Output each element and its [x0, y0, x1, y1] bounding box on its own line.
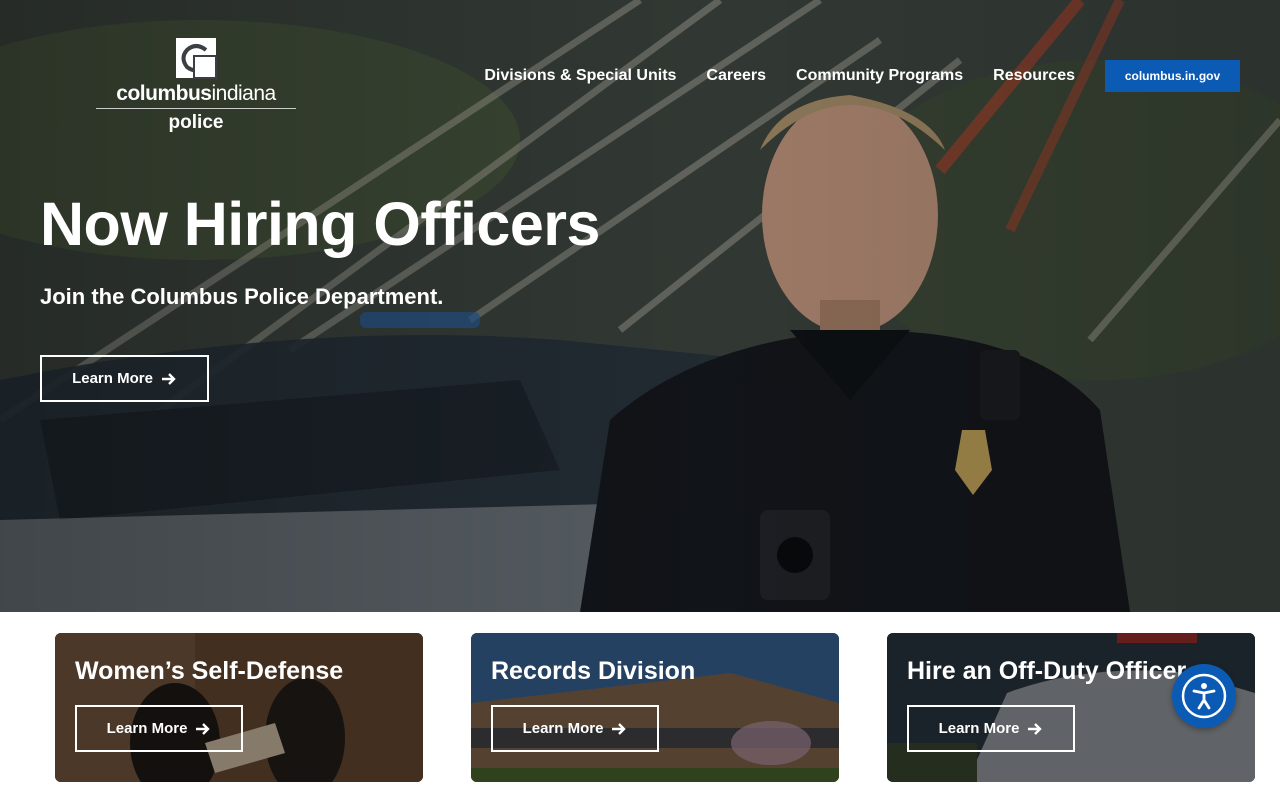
hero-subtitle: Join the Columbus Police Department.: [40, 284, 444, 309]
card-learn-more-button[interactable]: Learn More: [491, 705, 659, 752]
accessibility-button[interactable]: [1172, 664, 1236, 728]
main-nav: Divisions & Special Units Careers Commun…: [484, 60, 1240, 92]
page: columbusindiana police Divisions & Speci…: [0, 0, 1280, 800]
nav-resources[interactable]: Resources: [993, 60, 1075, 92]
nav-careers[interactable]: Careers: [706, 60, 766, 92]
hero-title: Now Hiring Officers: [40, 190, 600, 258]
logo-word-bold: columbus: [116, 82, 212, 105]
card-learn-more-label: Learn More: [106, 720, 188, 737]
hero-banner: columbusindiana police Divisions & Speci…: [0, 0, 1280, 612]
card-records-division[interactable]: Records Division Learn More: [471, 633, 839, 782]
nav-community-programs[interactable]: Community Programs: [796, 60, 963, 92]
nav-divisions[interactable]: Divisions & Special Units: [484, 60, 676, 92]
columbus-logo-mark-icon: [176, 38, 217, 79]
card-learn-more-label: Learn More: [522, 720, 604, 737]
card-self-defense[interactable]: Women’s Self-Defense Learn More: [55, 633, 423, 782]
logo-subtitle: police: [168, 112, 224, 133]
logo-wordmark: columbusindiana: [96, 82, 296, 106]
card-learn-more-button[interactable]: Learn More: [907, 705, 1075, 752]
arrow-right-icon: [161, 372, 176, 385]
city-site-button[interactable]: columbus.in.gov: [1105, 60, 1240, 92]
card-title: Women’s Self-Defense: [75, 657, 344, 685]
accessibility-icon: [1181, 673, 1227, 719]
arrow-right-icon: [612, 722, 627, 735]
card-learn-more-label: Learn More: [938, 720, 1020, 737]
arrow-right-icon: [1028, 722, 1043, 735]
arrow-right-icon: [196, 722, 211, 735]
card-title: Hire an Off-Duty Officer: [907, 657, 1187, 685]
card-learn-more-button[interactable]: Learn More: [75, 705, 243, 752]
logo-divider: [96, 108, 296, 109]
hero-learn-more-label: Learn More: [72, 370, 153, 387]
logo-word-thin: indiana: [211, 82, 276, 105]
card-title: Records Division: [491, 657, 696, 685]
hero-learn-more-button[interactable]: Learn More: [40, 355, 209, 402]
site-logo[interactable]: columbusindiana police: [96, 36, 296, 134]
